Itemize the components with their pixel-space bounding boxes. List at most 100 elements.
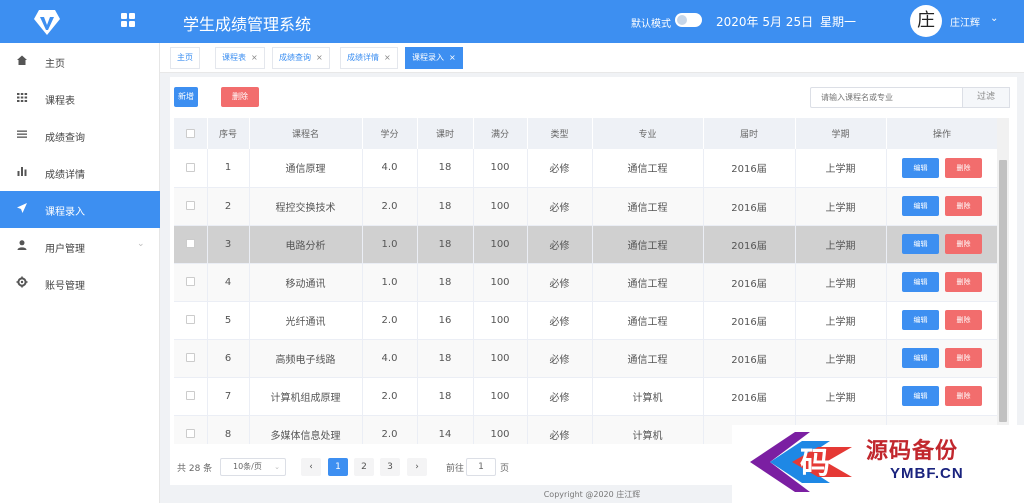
cell-major: 通信工程 xyxy=(592,339,704,378)
cell-term: 上学期 xyxy=(795,225,887,264)
column-header: 类型 xyxy=(527,118,593,149)
table-row[interactable]: 7 计算机组成原理 2.0 18 100 必修 计算机 2016届 上学期 编辑 删除 xyxy=(174,377,998,416)
sidebar-item-schedule[interactable]: 课程表 xyxy=(0,80,160,117)
sidebar-item-course-entry[interactable]: 课程录入 xyxy=(0,191,160,228)
row-checkbox[interactable] xyxy=(174,225,208,264)
add-button[interactable]: 新增 xyxy=(174,87,198,107)
table-row[interactable]: 6 高频电子线路 4.0 18 100 必修 通信工程 2016届 上学期 编辑 删除 xyxy=(174,339,998,378)
cell-actions: 编辑 删除 xyxy=(886,301,998,340)
sidebar-item-account-management[interactable]: 账号管理 xyxy=(0,265,160,302)
cell-term: 上学期 xyxy=(795,187,887,226)
cell-credit: 1.0 xyxy=(362,263,418,302)
table-row[interactable]: 1 通信原理 4.0 18 100 必修 通信工程 2016届 上学期 编辑 删除 xyxy=(174,149,998,188)
cell-name: 通信原理 xyxy=(249,149,363,188)
watermark-domain: YMBF.CN xyxy=(890,465,964,482)
filter-button[interactable]: 过滤 xyxy=(963,87,1010,108)
column-header: 序号 xyxy=(207,118,250,149)
mode-label: 默认模式 xyxy=(631,19,671,30)
username[interactable]: 庄江辉 xyxy=(950,14,980,29)
table-row[interactable]: 3 电路分析 1.0 18 100 必修 通信工程 2016届 上学期 编辑 删除 xyxy=(174,225,998,264)
tab-label: 课程表 xyxy=(222,53,246,62)
cell-hours: 18 xyxy=(417,377,474,416)
watermark-logo-icon: 码 xyxy=(750,432,852,492)
edit-button[interactable]: 编辑 xyxy=(902,386,939,406)
page-size-value: 10条/页 xyxy=(233,462,262,471)
row-checkbox[interactable] xyxy=(174,415,208,444)
menu-grid-icon[interactable] xyxy=(121,13,135,27)
tab-grade-query[interactable]: 成绩查询 × xyxy=(272,47,330,69)
user-icon xyxy=(16,239,28,253)
main-panel: 新增 删除 过滤 序号 课程名 学分 课时 满分 类型 专业 届时 学期 xyxy=(170,77,1017,485)
cell-actions: 编辑 删除 xyxy=(886,263,998,302)
row-checkbox[interactable] xyxy=(174,339,208,378)
delete-button[interactable]: 删除 xyxy=(945,348,982,368)
tab-home[interactable]: 主页 xyxy=(170,47,200,69)
bulk-delete-button[interactable]: 删除 xyxy=(221,87,259,107)
cell-no: 6 xyxy=(207,339,250,378)
cell-full: 100 xyxy=(473,339,528,378)
table-row[interactable]: 2 程控交换技术 2.0 18 100 必修 通信工程 2016届 上学期 编辑 删除 xyxy=(174,187,998,226)
delete-button[interactable]: 删除 xyxy=(945,234,982,254)
tab-label: 课程录入 xyxy=(412,53,444,62)
table-header-row: 序号 课程名 学分 课时 满分 类型 专业 届时 学期 操作 xyxy=(174,118,998,149)
scrollbar-thumb[interactable] xyxy=(999,160,1007,422)
table-row[interactable]: 5 光纤通讯 2.0 16 100 必修 通信工程 2016届 上学期 编辑 删除 xyxy=(174,301,998,340)
page-button-1[interactable]: 1 xyxy=(328,458,348,476)
delete-button[interactable]: 删除 xyxy=(945,310,982,330)
cell-year: 2016届 xyxy=(703,339,796,378)
mode-toggle[interactable] xyxy=(675,13,702,27)
table-row[interactable]: 4 移动通讯 1.0 18 100 必修 通信工程 2016届 上学期 编辑 删除 xyxy=(174,263,998,302)
cell-year: 2016届 xyxy=(703,377,796,416)
tab-schedule[interactable]: 课程表 × xyxy=(215,47,265,69)
page-size-select[interactable]: 10条/页 ⌄ xyxy=(220,458,286,476)
chevron-down-icon[interactable]: ⌄ xyxy=(990,13,998,24)
cell-full: 100 xyxy=(473,301,528,340)
sidebar-item-grade-detail[interactable]: 成绩详情 xyxy=(0,154,160,191)
search-input[interactable] xyxy=(810,87,963,108)
watermark-char: 码 xyxy=(800,446,830,481)
row-checkbox[interactable] xyxy=(174,377,208,416)
row-checkbox[interactable] xyxy=(174,149,208,188)
sidebar-item-grade-query[interactable]: 成绩查询 xyxy=(0,117,160,154)
delete-button[interactable]: 删除 xyxy=(945,272,982,292)
page-button-3[interactable]: 3 xyxy=(380,458,400,476)
next-page-button[interactable]: › xyxy=(407,458,427,476)
edit-button[interactable]: 编辑 xyxy=(902,310,939,330)
row-checkbox[interactable] xyxy=(174,263,208,302)
cell-hours: 18 xyxy=(417,187,474,226)
goto-page-input[interactable]: 1 xyxy=(466,458,496,476)
prev-page-button[interactable]: ‹ xyxy=(301,458,321,476)
close-icon[interactable]: × xyxy=(449,53,456,62)
page-button-2[interactable]: 2 xyxy=(354,458,374,476)
edit-button[interactable]: 编辑 xyxy=(902,157,939,178)
cell-credit: 4.0 xyxy=(362,339,418,378)
cell-term: 上学期 xyxy=(795,301,887,340)
cell-full: 100 xyxy=(473,415,528,444)
delete-button[interactable]: 删除 xyxy=(945,196,982,216)
cell-credit: 2.0 xyxy=(362,415,418,444)
cell-type: 必修 xyxy=(527,301,593,340)
sidebar-item-home[interactable]: 主页 xyxy=(0,43,160,80)
select-all-checkbox[interactable] xyxy=(174,118,208,149)
table-scrollbar[interactable] xyxy=(997,118,1009,444)
cell-no: 1 xyxy=(207,149,250,188)
sidebar-item-user-management[interactable]: 用户管理 ⌄ xyxy=(0,228,160,265)
edit-button[interactable]: 编辑 xyxy=(902,272,939,292)
close-icon[interactable]: × xyxy=(384,53,391,62)
delete-button[interactable]: 删除 xyxy=(945,386,982,406)
edit-button[interactable]: 编辑 xyxy=(902,234,939,254)
column-header: 学期 xyxy=(795,118,887,149)
tab-label: 成绩查询 xyxy=(279,53,311,62)
sidebar-item-label: 用户管理 xyxy=(45,244,85,255)
cell-credit: 2.0 xyxy=(362,187,418,226)
row-checkbox[interactable] xyxy=(174,301,208,340)
close-icon[interactable]: × xyxy=(316,53,323,62)
tab-course-entry[interactable]: 课程录入 × xyxy=(405,47,463,69)
avatar[interactable]: 庄 xyxy=(910,5,942,37)
tab-grade-detail[interactable]: 成绩详情 × xyxy=(340,47,398,69)
edit-button[interactable]: 编辑 xyxy=(902,348,939,368)
row-checkbox[interactable] xyxy=(174,187,208,226)
delete-button[interactable]: 删除 xyxy=(945,157,982,178)
close-icon[interactable]: × xyxy=(251,53,258,62)
edit-button[interactable]: 编辑 xyxy=(902,196,939,216)
